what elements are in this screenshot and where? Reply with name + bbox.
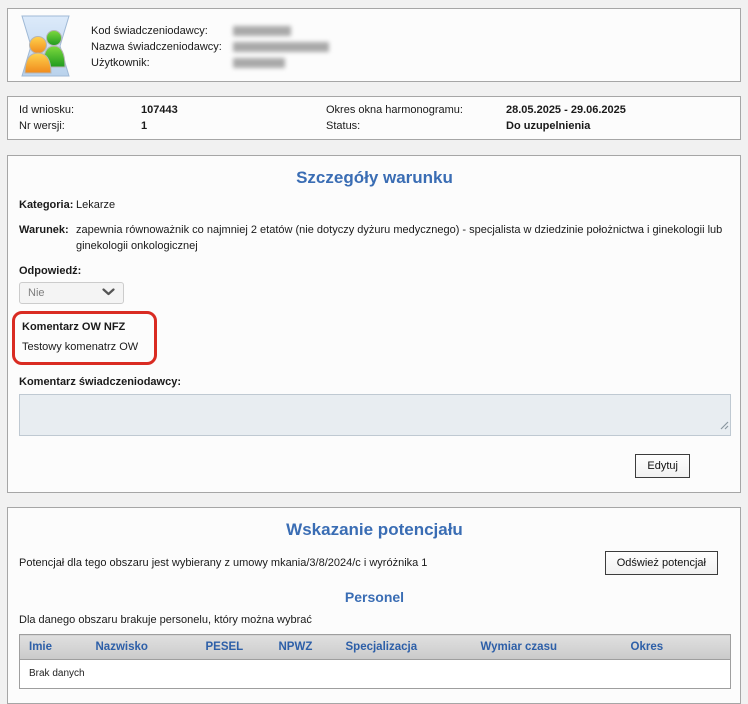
provider-name-label: Nazwa świadczeniodawcy: [91,41,233,53]
personnel-table: Imie Nazwisko PESEL NPWZ Specjalizacja W… [19,634,731,689]
col-header-wymiar-czasu: Wymiar czasu [472,635,622,660]
ow-comment-value: Testowy komenatrz OW [22,341,138,353]
answer-selected-value: Nie [28,287,45,299]
category-label: Kategoria: [19,197,76,213]
ow-comment-highlight: Komentarz OW NFZ Testowy komenatrz OW [12,311,157,365]
status-label: Status: [326,120,360,132]
provider-header-panel: Kod świadczeniodawcy: Nazwa świadczeniod… [7,8,741,82]
provider-info: Kod świadczeniodawcy: Nazwa świadczeniod… [91,23,329,71]
users-icon [17,15,74,77]
col-header-specjalizacja: Specjalizacja [337,635,472,660]
request-info-panel: Id wniosku: 107443 Nr wersji: 1 Okres ok… [7,96,741,140]
category-value: Lekarze [76,197,730,213]
provider-comment-label: Komentarz świadczeniodawcy: [19,376,730,388]
chevron-down-icon [102,287,115,299]
ow-comment-label: Komentarz OW NFZ [22,321,138,333]
personnel-info-text: Dla danego obszaru brakuje personelu, kt… [19,614,730,626]
provider-code-label: Kod świadczeniodawcy: [91,25,233,37]
provider-name-value-redacted [233,42,329,52]
col-header-imie: Imie [20,635,87,660]
resize-grip-icon [720,421,729,433]
user-label: Użytkownik: [91,57,233,69]
refresh-potential-button[interactable]: Odśwież potencjał [605,551,718,575]
personnel-table-header-row: Imie Nazwisko PESEL NPWZ Specjalizacja W… [20,635,731,660]
personnel-title: Personel [19,589,730,605]
potential-panel: Wskazanie potencjału Potencjał dla tego … [7,507,741,704]
col-header-pesel: PESEL [197,635,270,660]
provider-code-value-redacted [233,26,291,36]
request-id-value: 107443 [141,104,178,116]
potential-title: Wskazanie potencjału [19,520,730,540]
table-row: Brak danych [20,660,731,689]
status-value: Do uzupelnienia [506,120,590,132]
version-label: Nr wersji: [19,120,65,132]
condition-label: Warunek: [19,222,76,254]
request-id-label: Id wniosku: [19,104,74,116]
provider-comment-textarea[interactable] [19,394,731,436]
col-header-okres: Okres [622,635,731,660]
col-header-nazwisko: Nazwisko [87,635,197,660]
schedule-period-label: Okres okna harmonogramu: [326,104,463,116]
user-value-redacted [233,58,285,68]
condition-value: zapewnia równoważnik co najmniej 2 etató… [76,222,730,254]
answer-select[interactable]: Nie [19,282,124,304]
edit-button[interactable]: Edytuj [635,454,690,478]
potential-info-text: Potencjał dla tego obszaru jest wybieran… [19,557,437,569]
schedule-period-value: 28.05.2025 - 29.06.2025 [506,104,626,116]
condition-details-title: Szczegóły warunku [19,168,730,188]
condition-details-panel: Szczegóły warunku Kategoria: Lekarze War… [7,155,741,493]
empty-table-message: Brak danych [20,660,731,689]
version-value: 1 [141,120,147,132]
col-header-npwz: NPWZ [270,635,337,660]
answer-label: Odpowiedź: [19,265,730,277]
